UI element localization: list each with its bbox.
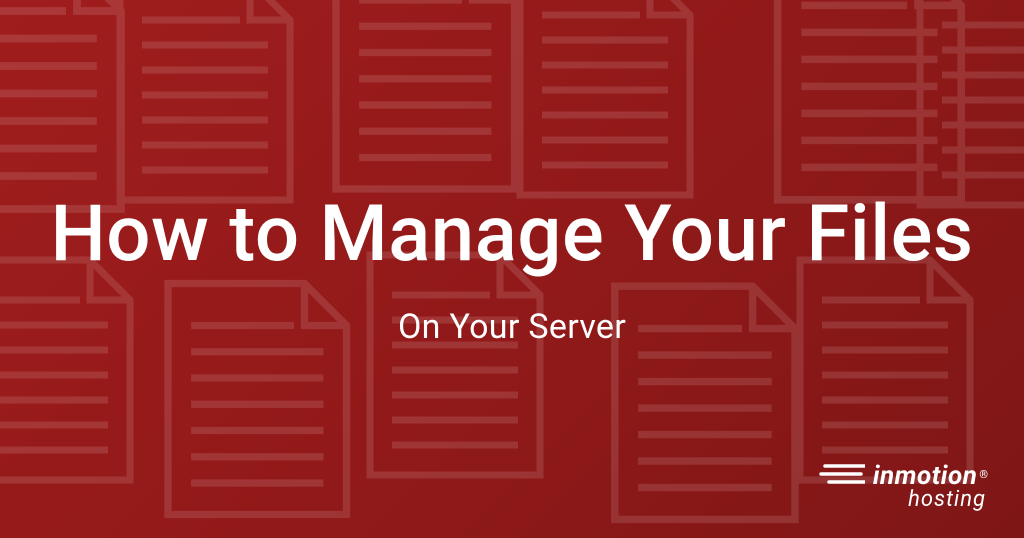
hero-subtitle: On Your Server bbox=[50, 307, 973, 347]
hero-title: How to Manage Your Files bbox=[50, 191, 973, 278]
logo-trademark: ® bbox=[979, 468, 988, 481]
hero-banner: How to Manage Your Files On Your Server … bbox=[0, 0, 1024, 538]
hero-content: How to Manage Your Files On Your Server bbox=[10, 191, 1013, 346]
brand-logo: inmotion® hosting bbox=[819, 461, 988, 512]
speed-stripes-icon bbox=[819, 463, 865, 489]
